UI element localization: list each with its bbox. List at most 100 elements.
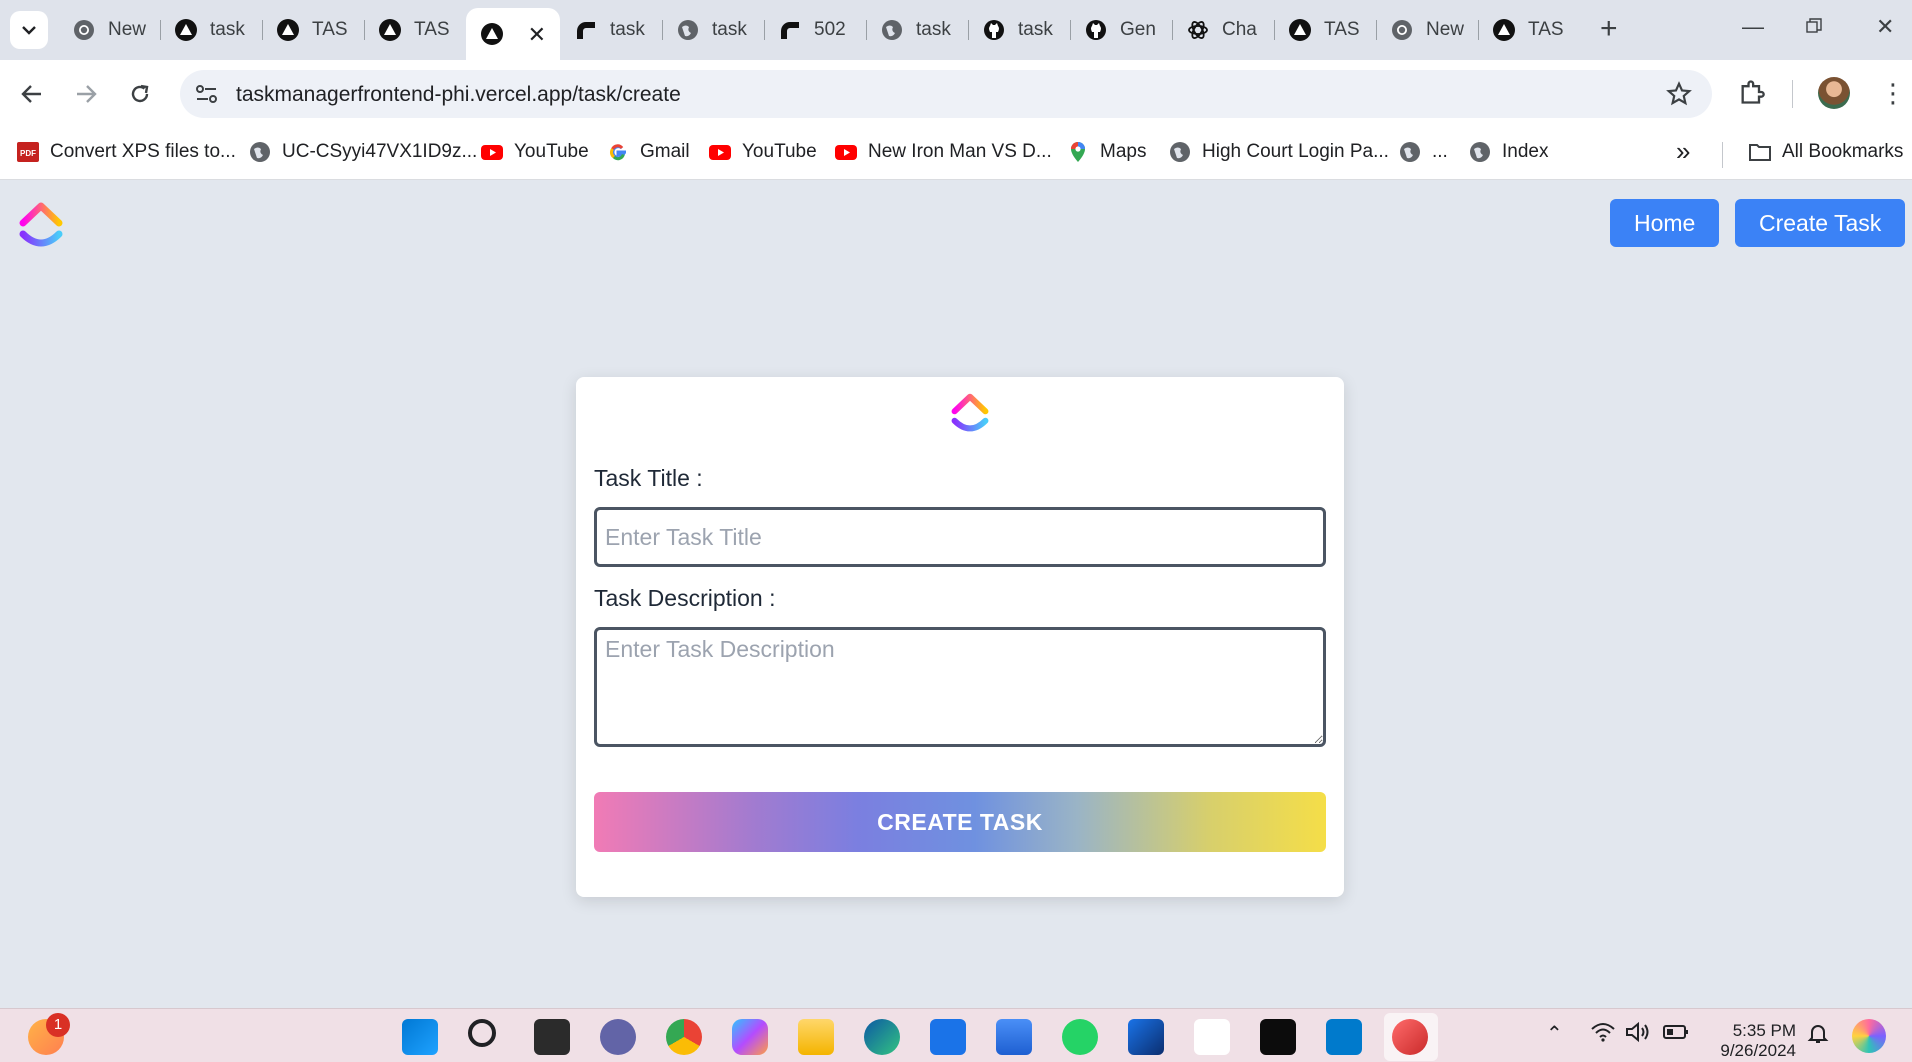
chrome-icon[interactable] <box>666 1019 702 1055</box>
bookmark-item[interactable]: UC-CSyyi47VX1ID9z... <box>248 140 477 164</box>
bookmark-item[interactable]: YouTube <box>480 140 589 164</box>
bookmark-label: High Court Login Pa... <box>1202 141 1389 162</box>
forward-button[interactable] <box>70 78 102 110</box>
start-icon[interactable] <box>402 1019 438 1055</box>
browser-tab[interactable]: Cha <box>1172 8 1274 52</box>
tab-list: New task TAS TAS ✕ task task 502 task task Gen Cha T… <box>58 8 1580 60</box>
tab-search-button[interactable] <box>10 11 48 49</box>
bookmark-label: YouTube <box>514 141 589 162</box>
task-description-input[interactable] <box>594 627 1326 747</box>
bookmark-item[interactable]: High Court Login Pa... <box>1168 140 1389 164</box>
more-bookmarks-button[interactable]: » <box>1676 136 1690 167</box>
youtube-icon <box>480 140 504 164</box>
bookmark-item[interactable]: Index <box>1468 140 1548 164</box>
restore-button[interactable] <box>1806 14 1822 40</box>
browser-tab[interactable]: TAS <box>1478 8 1580 52</box>
bookmark-label: ... <box>1432 141 1448 162</box>
bookmark-item[interactable]: Gmail <box>606 140 690 164</box>
all-bookmarks-button[interactable]: All Bookmarks <box>1748 140 1903 164</box>
tab-title: New <box>108 19 147 40</box>
bookmark-item[interactable]: Maps <box>1066 140 1146 164</box>
bird-app-icon[interactable] <box>1128 1019 1164 1055</box>
create-task-nav-button[interactable]: Create Task <box>1735 199 1906 247</box>
browser-tab[interactable]: TAS <box>262 8 364 52</box>
bookmark-item[interactable]: New Iron Man VS D... <box>834 140 1052 164</box>
browser-menu-button[interactable]: ⋮ <box>1880 78 1906 108</box>
clickup-logo-icon <box>951 393 989 432</box>
browser-tab[interactable]: task <box>662 8 764 52</box>
browser-tab[interactable]: task <box>160 8 262 52</box>
tab-title: task <box>210 19 245 40</box>
browser-tab[interactable]: task <box>560 8 662 52</box>
task-view-icon[interactable] <box>534 1019 570 1055</box>
address-bar[interactable]: taskmanagerfrontend-phi.vercel.app/task/… <box>180 70 1712 118</box>
wifi-icon[interactable] <box>1590 1021 1616 1043</box>
browser-tab[interactable]: task <box>866 8 968 52</box>
extensions-puzzle-icon[interactable] <box>1738 78 1766 106</box>
home-button[interactable]: Home <box>1610 199 1720 247</box>
bookmark-label: YouTube <box>742 141 817 162</box>
svg-text:PDF: PDF <box>20 149 36 158</box>
battery-icon[interactable] <box>1662 1021 1690 1043</box>
bookmark-item[interactable]: ... <box>1398 140 1448 164</box>
browser-tab[interactable]: TAS <box>364 8 466 52</box>
browser-tab[interactable]: 502 <box>764 8 866 52</box>
task-title-input[interactable] <box>594 507 1326 567</box>
close-window-button[interactable]: ✕ <box>1876 14 1894 40</box>
snipping-tool-icon[interactable] <box>1392 1019 1428 1055</box>
vercel-icon <box>378 18 402 42</box>
profile-avatar[interactable] <box>1818 77 1850 109</box>
browser-tab[interactable]: task <box>968 8 1070 52</box>
system-clock[interactable]: 5:35 PM 9/26/2024 <box>1712 1021 1796 1061</box>
teams-icon[interactable] <box>600 1019 636 1055</box>
bookmark-label: New Iron Man VS D... <box>868 141 1052 162</box>
reload-icon <box>131 84 149 103</box>
browser-tab[interactable]: Gen <box>1070 8 1172 52</box>
toolbar-divider <box>1792 80 1793 108</box>
bookmark-label: Gmail <box>640 141 690 162</box>
copilot-icon[interactable] <box>732 1019 768 1055</box>
vercel-icon <box>276 18 300 42</box>
mail-icon[interactable] <box>930 1019 966 1055</box>
google-icon <box>606 140 630 164</box>
edge-icon[interactable] <box>864 1019 900 1055</box>
chrome-icon <box>1390 18 1414 42</box>
tab-title: TAS <box>312 19 348 40</box>
bookmark-star-icon[interactable] <box>1666 81 1692 107</box>
clickup-logo-icon[interactable] <box>18 197 64 253</box>
tab-active[interactable]: ✕ <box>466 8 560 60</box>
bookmarks-divider <box>1722 142 1723 168</box>
file-explorer-icon[interactable] <box>798 1019 834 1055</box>
volume-icon[interactable] <box>1624 1021 1652 1043</box>
copilot-tray-icon[interactable] <box>1852 1019 1886 1053</box>
globe-icon <box>248 140 272 164</box>
whatsapp-icon[interactable] <box>1062 1019 1098 1055</box>
browser-tab[interactable]: TAS <box>1274 8 1376 52</box>
new-tab-button[interactable]: + <box>1600 14 1618 44</box>
browser-tab[interactable]: New <box>58 8 160 52</box>
tab-title: task <box>712 19 747 40</box>
notifications-bell-icon[interactable] <box>1806 1021 1830 1045</box>
openai-icon <box>1186 18 1210 42</box>
reload-button[interactable] <box>124 78 156 110</box>
minimize-button[interactable]: — <box>1742 14 1764 40</box>
globe-icon <box>1168 140 1192 164</box>
terminal-icon[interactable] <box>1260 1019 1296 1055</box>
close-tab-icon[interactable]: ✕ <box>528 22 546 48</box>
bookmark-item[interactable]: PDF Convert XPS files to... <box>16 140 236 164</box>
globe-icon <box>880 18 904 42</box>
search-icon[interactable] <box>468 1019 496 1047</box>
tab-title: Cha <box>1222 19 1257 40</box>
create-task-submit-button[interactable]: CREATE TASK <box>594 792 1326 852</box>
restore-icon <box>1806 18 1822 33</box>
browser-tab[interactable]: New <box>1376 8 1478 52</box>
tray-overflow-icon[interactable]: ⌃ <box>1546 1021 1563 1046</box>
render-icon <box>574 18 598 42</box>
back-button[interactable] <box>16 78 48 110</box>
bookmark-item[interactable]: YouTube <box>708 140 817 164</box>
store-icon[interactable] <box>996 1019 1032 1055</box>
site-settings-icon[interactable] <box>194 82 220 106</box>
clickup-icon[interactable] <box>1194 1019 1230 1055</box>
vscode-icon[interactable] <box>1326 1019 1362 1055</box>
notification-badge: 1 <box>46 1013 70 1037</box>
